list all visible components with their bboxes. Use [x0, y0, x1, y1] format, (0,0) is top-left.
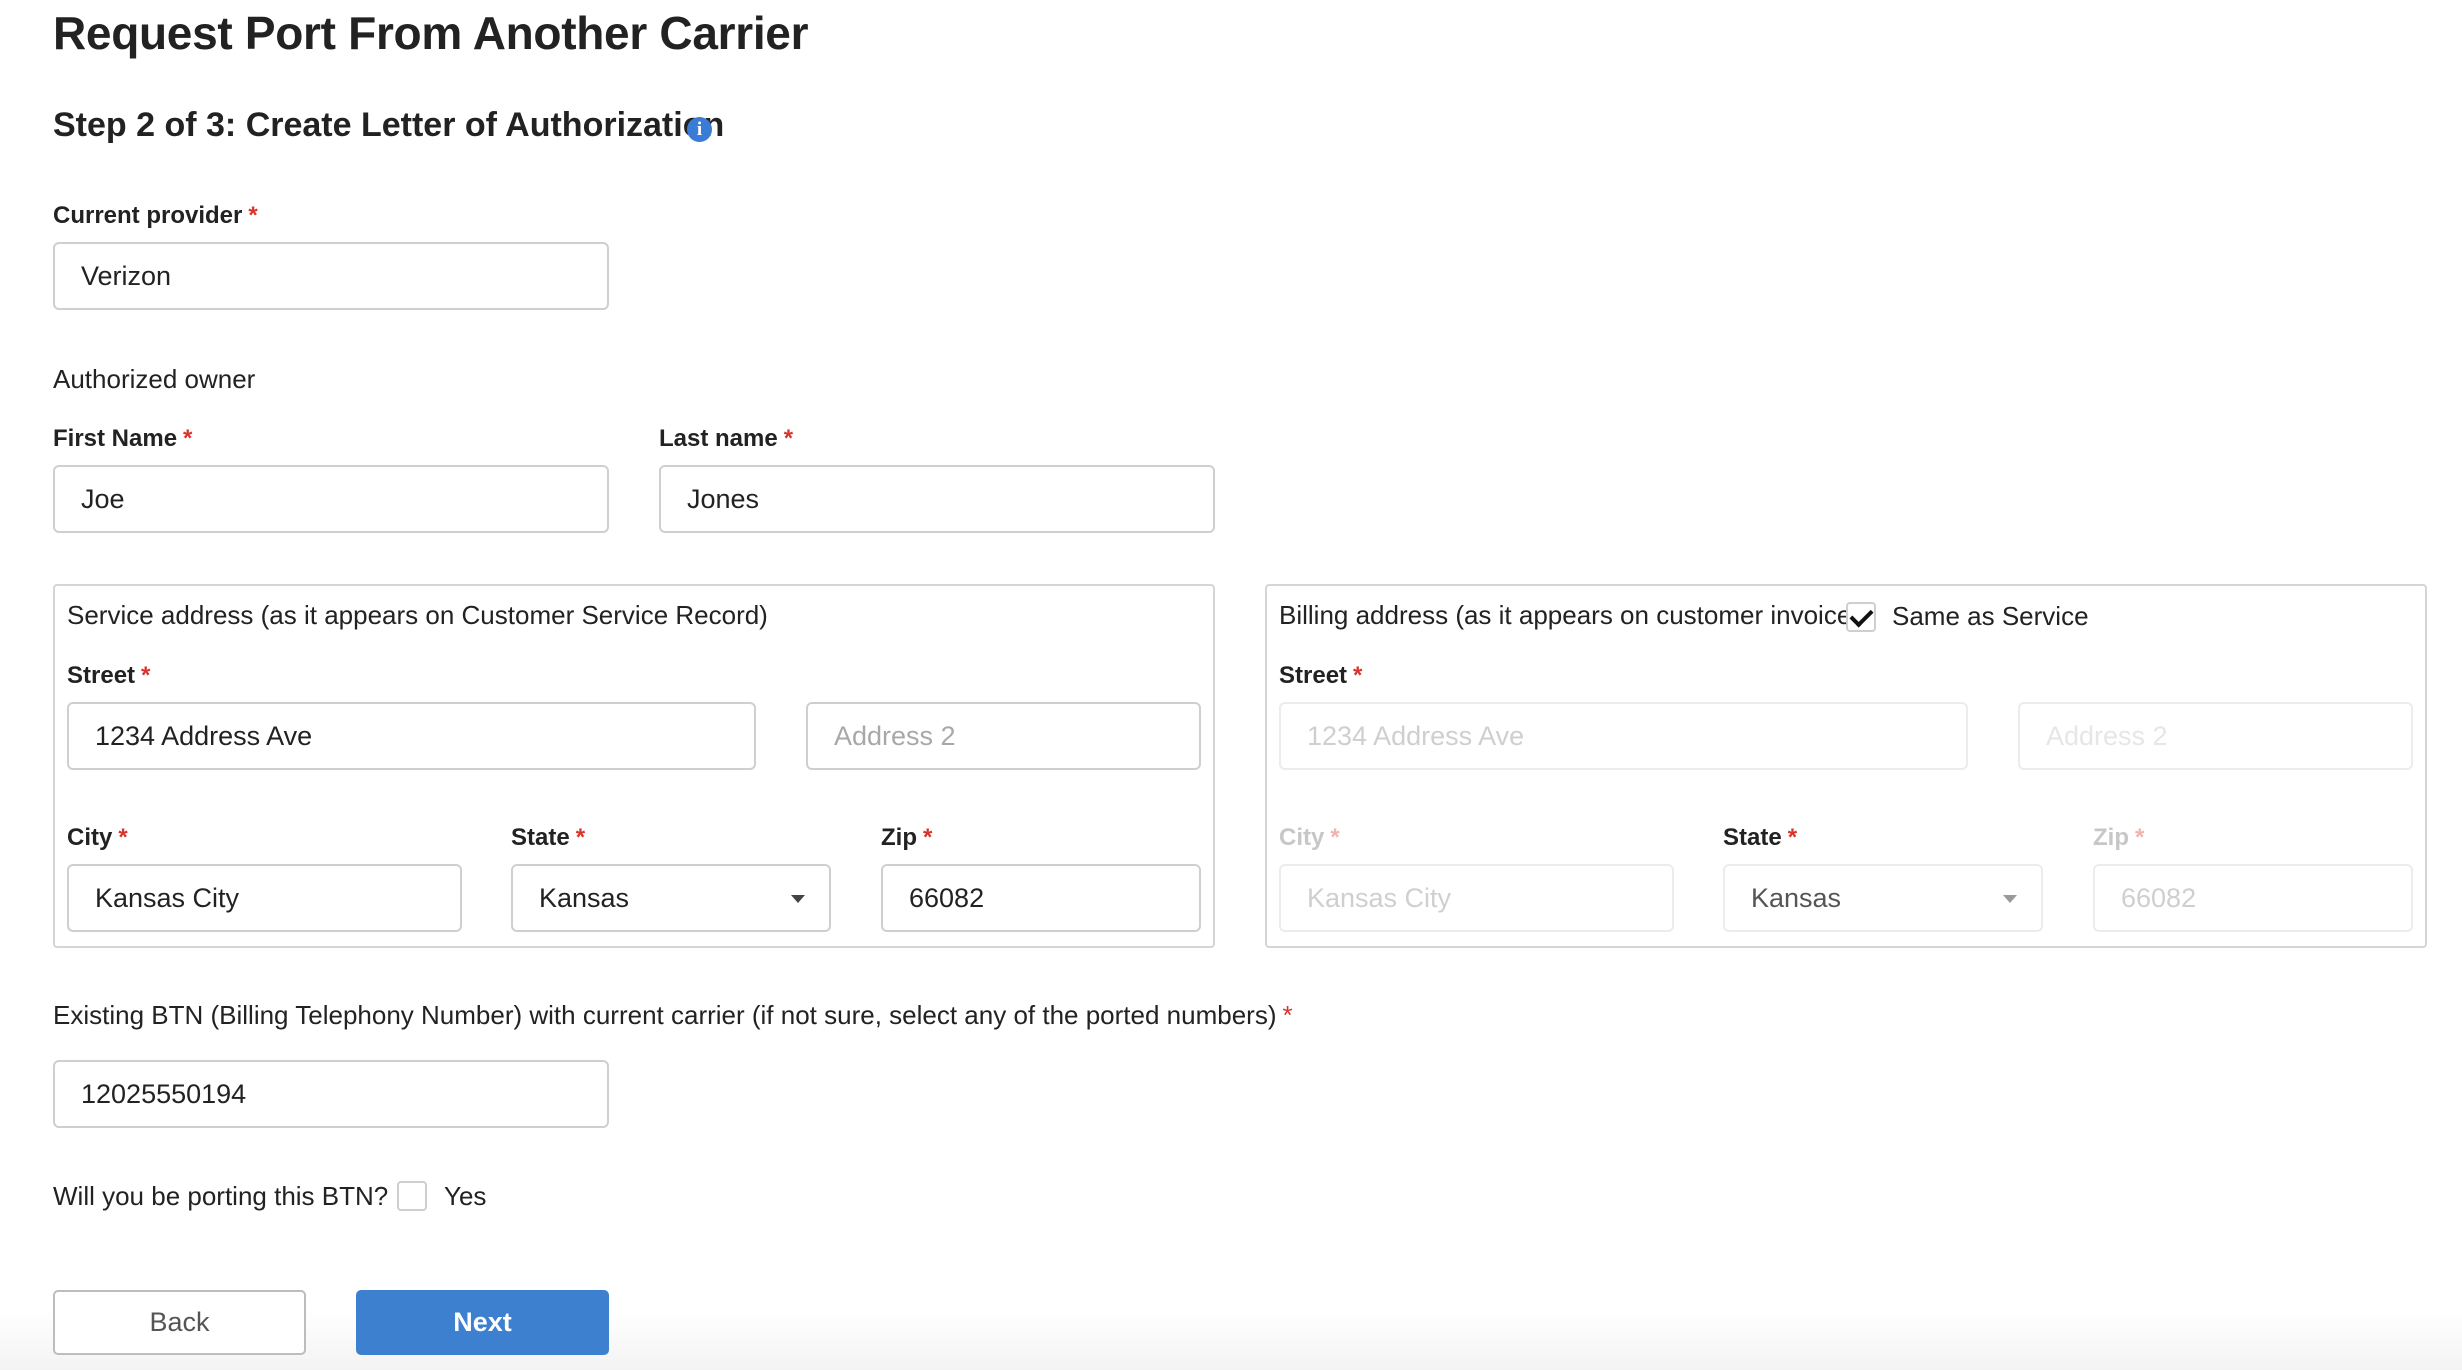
porting-btn-question: Will you be porting this BTN?	[53, 1181, 389, 1211]
step-title: Step 2 of 3: Create Letter of Authorizat…	[53, 106, 725, 144]
last-name-label: Last name *	[659, 425, 794, 452]
service-address-legend: Service address (as it appears on Custom…	[67, 600, 768, 630]
authorized-owner-heading: Authorized owner	[53, 364, 256, 394]
same-as-service-label[interactable]: Same as Service	[1892, 601, 2089, 632]
page-title: Request Port From Another Carrier	[53, 7, 809, 59]
billing-zip-input: 66082	[2093, 864, 2413, 932]
first-name-label: First Name *	[53, 425, 193, 452]
current-provider-input[interactable]: Verizon	[53, 242, 609, 310]
billing-address2-input: Address 2	[2018, 702, 2413, 770]
back-button[interactable]: Back	[53, 1290, 306, 1355]
service-zip-label: Zip *	[881, 824, 933, 851]
billing-state-value: Kansas	[1751, 883, 1842, 913]
porting-btn-yes-label[interactable]: Yes	[444, 1181, 486, 1212]
billing-street-label: Street *	[1279, 662, 1363, 689]
chevron-down-icon	[2003, 895, 2017, 903]
billing-address-legend: Billing address (as it appears on custom…	[1279, 600, 1860, 630]
service-state-label: State *	[511, 824, 586, 851]
current-provider-label: Current provider *	[53, 202, 258, 229]
btn-label: Existing BTN (Billing Telephony Number) …	[53, 1000, 1293, 1030]
billing-city-input: Kansas City	[1279, 864, 1674, 932]
service-city-label: City *	[67, 824, 128, 851]
billing-zip-label: Zip *	[2093, 824, 2145, 851]
billing-state-select: Kansas	[1723, 864, 2043, 932]
service-state-value: Kansas	[539, 883, 630, 913]
billing-city-label: City *	[1279, 824, 1340, 851]
service-street-input[interactable]: 1234 Address Ave	[67, 702, 756, 770]
info-icon[interactable]: i	[687, 117, 712, 142]
chevron-down-icon	[791, 895, 805, 903]
btn-input[interactable]: 12025550194	[53, 1060, 609, 1128]
porting-btn-yes-checkbox[interactable]	[397, 1181, 427, 1211]
same-as-service-checkbox[interactable]	[1846, 602, 1876, 632]
first-name-input[interactable]: Joe	[53, 465, 609, 533]
last-name-input[interactable]: Jones	[659, 465, 1215, 533]
billing-street-input: 1234 Address Ave	[1279, 702, 1968, 770]
service-street-label: Street *	[67, 662, 151, 689]
checkmark-icon	[1849, 603, 1874, 628]
billing-state-label: State *	[1723, 824, 1798, 851]
next-button[interactable]: Next	[356, 1290, 609, 1355]
service-city-input[interactable]: Kansas City	[67, 864, 462, 932]
service-address2-input[interactable]: Address 2	[806, 702, 1201, 770]
service-state-select[interactable]: Kansas	[511, 864, 831, 932]
service-zip-input[interactable]: 66082	[881, 864, 1201, 932]
